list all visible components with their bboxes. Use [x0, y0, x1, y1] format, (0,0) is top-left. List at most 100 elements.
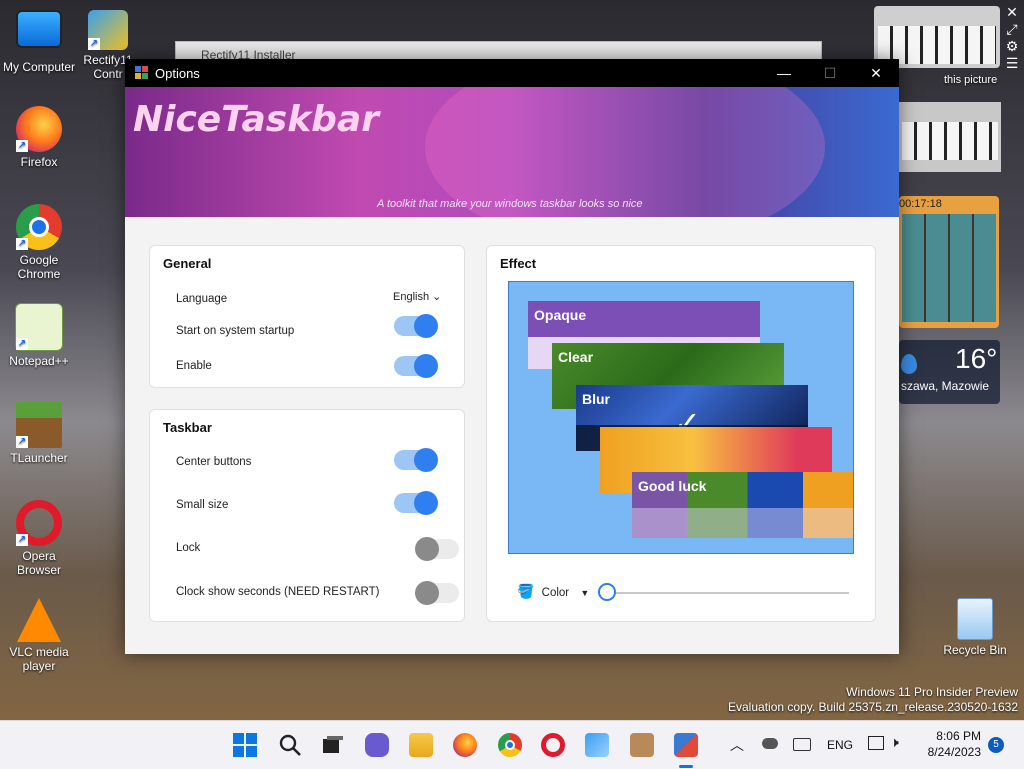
puzzle-widget[interactable]: 00:17:18 — [899, 196, 999, 328]
general-heading: General — [163, 256, 212, 271]
desktop-icon-firefox[interactable]: ↗ Firefox — [0, 106, 78, 169]
toggle-knob — [414, 491, 438, 515]
small-size-toggle[interactable] — [394, 491, 438, 515]
effect-option-good-luck[interactable]: Good luck — [632, 472, 853, 538]
effect-option-label: Good luck — [638, 478, 707, 494]
watermark-edition: Windows 11 Pro Insider Preview — [846, 685, 1018, 699]
desktop-icon-label: TLauncher — [10, 451, 68, 465]
app-tagline: A toolkit that make your windows taskbar… — [377, 198, 643, 210]
opacity-slider-track[interactable] — [609, 592, 849, 594]
opacity-slider-thumb[interactable] — [598, 583, 616, 601]
desktop-icon-label: My Computer — [2, 60, 76, 74]
toggle-knob — [415, 537, 439, 561]
desktop-icon-chrome[interactable]: ↗ Google Chrome — [0, 204, 78, 281]
clock-seconds-label: Clock show seconds (NEED RESTART) — [176, 586, 380, 598]
language-indicator[interactable]: ENG — [827, 738, 853, 752]
desktop-icon-label: Opera Browser — [16, 549, 61, 577]
close-button[interactable]: ✕ — [853, 59, 899, 87]
color-label: Color — [541, 587, 570, 599]
watermark-build: Evaluation copy. Build 25375.zn_release.… — [728, 700, 1018, 714]
good-luck-taskbar-strip — [632, 508, 853, 538]
desktop-icon-my-computer[interactable]: My Computer — [0, 10, 78, 74]
menu-icon[interactable]: ☰ — [1002, 55, 1022, 72]
network-icon[interactable] — [868, 736, 884, 750]
desktop-icon-label: VLC media player — [9, 645, 69, 673]
desktop-icon-label: Recycle Bin — [943, 643, 1007, 657]
dropdown-arrow-icon: ▼ — [580, 588, 590, 598]
expand-icon[interactable]: ⤢ — [1002, 21, 1022, 38]
weather-drop-icon — [901, 354, 917, 374]
toggle-knob — [414, 448, 438, 472]
close-icon[interactable]: ✕ — [1002, 4, 1022, 21]
app-icon — [135, 66, 149, 80]
taskbar-card: Taskbar Center buttons Small size Lock C… — [149, 409, 465, 622]
language-value: English — [393, 291, 430, 303]
clock-date: 8/24/2023 — [927, 745, 981, 759]
windows-watermark: Windows 11 Pro Insider Preview Evaluatio… — [728, 685, 1018, 715]
clock-time: 8:06 PM — [936, 729, 981, 743]
center-buttons-toggle[interactable] — [394, 448, 438, 472]
weather-widget[interactable]: 16° szawa, Mazowie — [899, 340, 1000, 404]
volume-icon[interactable]: 🕨 — [890, 734, 899, 751]
desktop-icon-notepadpp[interactable]: ↗ Notepad++ — [0, 303, 78, 368]
keyboard-icon[interactable] — [793, 738, 811, 751]
language-dropdown[interactable]: English ⌄ — [393, 290, 441, 303]
opera-icon[interactable] — [541, 733, 565, 757]
task-view-icon[interactable] — [321, 733, 345, 757]
startup-toggle[interactable] — [394, 314, 438, 338]
effect-option-label: Clear — [558, 349, 594, 365]
general-card: General Language English ⌄ Start on syst… — [149, 245, 465, 388]
package-icon[interactable] — [630, 733, 654, 757]
lock-toggle[interactable] — [415, 537, 459, 561]
desktop-icon-label: Firefox — [20, 155, 58, 169]
clock[interactable]: 8:06 PM 8/24/2023 — [921, 728, 981, 760]
taskbar-heading: Taskbar — [163, 420, 212, 435]
startup-label: Start on system startup — [176, 325, 295, 337]
minimize-button[interactable]: — — [761, 59, 807, 87]
puzzle-timer: 00:17:18 — [899, 198, 942, 210]
start-icon[interactable] — [233, 733, 257, 757]
picture-caption: this picture — [944, 74, 998, 86]
enable-toggle[interactable] — [394, 354, 438, 378]
clock-seconds-toggle[interactable] — [415, 581, 459, 605]
chevron-up-icon[interactable]: ︿ — [730, 735, 744, 755]
desktop-icon-tlauncher[interactable]: ↗ TLauncher — [0, 402, 78, 465]
chrome-icon: ↗ — [16, 204, 62, 250]
weather-location: szawa, Mazowie — [901, 379, 990, 393]
desktop-icon-opera[interactable]: ↗ Opera Browser — [0, 500, 78, 577]
maximize-button[interactable]: ☐ — [807, 59, 853, 87]
windows-taskbar: ︿ ENG 🕨 8:06 PM 8/24/2023 5 — [0, 720, 1024, 769]
desktop-icon-recycle-bin[interactable]: Recycle Bin — [936, 598, 1014, 657]
rectify-icon[interactable] — [585, 733, 609, 757]
nicetaskbar-icon[interactable] — [674, 733, 698, 757]
title-bar[interactable]: Options — ☐ ✕ — [125, 59, 899, 87]
enable-label: Enable — [176, 360, 212, 372]
gear-icon[interactable]: ⚙ — [1002, 38, 1022, 55]
toggle-knob — [414, 354, 438, 378]
notification-badge[interactable]: 5 — [988, 737, 1004, 753]
desktop-icon-vlc[interactable]: VLC media player — [0, 598, 78, 673]
effect-card: Effect Opaque Clear Blur ✓ Good luck 🪣 C… — [486, 245, 876, 622]
firefox-icon: ↗ — [16, 106, 62, 152]
onedrive-icon[interactable] — [762, 738, 778, 749]
effect-heading: Effect — [500, 256, 537, 271]
side-toolbar: ✕ ⤢ ⚙ ☰ — [1002, 4, 1022, 94]
firefox-icon[interactable] — [453, 733, 477, 757]
recycle-bin-icon — [957, 598, 993, 640]
effect-option-label: Blur — [582, 391, 610, 407]
chat-icon[interactable] — [365, 733, 389, 757]
desktop-icon-label: Notepad++ — [9, 354, 69, 368]
file-explorer-icon[interactable] — [409, 733, 433, 757]
lock-label: Lock — [176, 542, 201, 554]
language-label: Language — [176, 293, 228, 305]
desktop-icon-label: Google Chrome — [17, 253, 61, 281]
search-icon[interactable] — [278, 733, 302, 757]
puzzle-grid — [902, 214, 996, 322]
window-title: Options — [155, 66, 200, 81]
rectify-icon: ↗ — [88, 10, 128, 50]
chrome-icon[interactable] — [498, 733, 522, 757]
app-name: NiceTaskbar — [133, 99, 379, 140]
color-picker[interactable]: 🪣 Color ▼ — [517, 583, 589, 600]
notepadpp-icon: ↗ — [15, 303, 63, 351]
toggle-knob — [415, 581, 439, 605]
